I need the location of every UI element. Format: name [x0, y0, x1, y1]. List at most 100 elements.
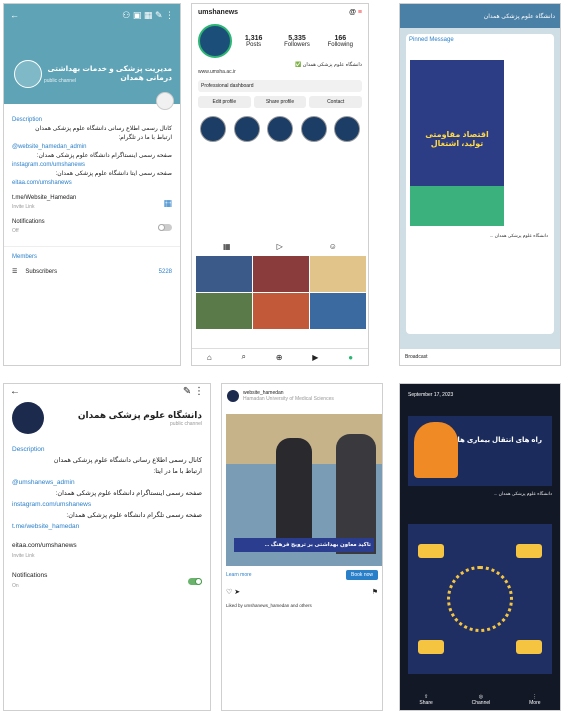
- share-icon[interactable]: ➤: [234, 589, 240, 596]
- post-thumb[interactable]: [253, 293, 309, 329]
- share-profile-button[interactable]: Share profile: [253, 96, 307, 108]
- contact-text: ارتباط با ما در ایتا:: [153, 468, 202, 475]
- channel-avatar[interactable]: [12, 402, 44, 434]
- grid-icon[interactable]: ▦: [144, 10, 153, 20]
- highlight-2[interactable]: [233, 116, 260, 142]
- description-label: Description: [12, 446, 45, 453]
- broadcast-input[interactable]: Broadcast: [400, 349, 560, 365]
- learn-more-link[interactable]: Learn more: [226, 572, 252, 578]
- reels-tab-icon[interactable]: ▷: [277, 242, 283, 251]
- description-text: کانال رسمی اطلاع رسانی دانشگاه علوم پزشک…: [53, 457, 202, 464]
- post-date: September 17, 2023: [408, 392, 454, 398]
- profile-username[interactable]: umshanews: [198, 9, 238, 16]
- posts-stat[interactable]: 1,316 Posts: [232, 35, 275, 48]
- telegram-link[interactable]: t.me/website_hamedan: [12, 521, 202, 532]
- members-label: Members: [12, 254, 38, 260]
- highlight-5[interactable]: [334, 116, 360, 142]
- back-arrow-icon[interactable]: ←: [10, 386, 20, 397]
- profile-avatar[interactable]: [198, 24, 232, 58]
- followers-stat[interactable]: 5,335 Followers: [275, 35, 318, 48]
- professional-dashboard[interactable]: Professional dashboard: [198, 80, 362, 92]
- profile-link[interactable]: www.umsha.ac.ir: [192, 69, 368, 76]
- following-stat[interactable]: 166 Following: [319, 35, 362, 48]
- infographic-box: [418, 640, 444, 654]
- edit-icon[interactable]: ✎: [183, 386, 191, 397]
- reels-icon[interactable]: ▶: [312, 353, 318, 362]
- account-sub: Hamadan University of Medical Sciences: [243, 396, 334, 402]
- edit-icon[interactable]: ✎: [155, 10, 163, 20]
- message-text: دانشگاه علوم پزشکی همدان ...: [489, 233, 548, 238]
- story-highlights: [200, 116, 360, 142]
- description-text: کانال رسمی اطلاع رسانی دانشگاه علوم پزشک…: [35, 126, 172, 132]
- invite-link[interactable]: eitaa.com/umshanews: [12, 540, 77, 551]
- highlight-3[interactable]: [267, 116, 293, 142]
- infographic-box: [418, 544, 444, 558]
- description-label: Description: [12, 117, 43, 123]
- back-arrow-icon[interactable]: ←: [10, 10, 19, 22]
- pinned-message[interactable]: Pinned Message: [406, 34, 554, 46]
- edit-profile-button[interactable]: Edit profile: [198, 96, 251, 108]
- hero-text: راه های انتقال بیماری ها: [457, 437, 542, 444]
- chat-title[interactable]: دانشگاه علوم پزشکی همدان: [484, 13, 555, 20]
- qr-code-icon[interactable]: ▦: [163, 198, 172, 208]
- add-post-icon[interactable]: ⊕: [276, 353, 283, 362]
- tagged-tab-icon[interactable]: ☺: [329, 242, 337, 251]
- header-actions: ⚇ ▣ ▦ ✎ ⋮: [122, 10, 174, 22]
- subscribers-label[interactable]: Subscribers: [25, 268, 158, 277]
- add-user-icon[interactable]: ⚇: [122, 10, 130, 20]
- infographic[interactable]: [408, 524, 552, 674]
- image-caption: تاکید معاون بهداشتی بر ترویج فرهنگ ...: [234, 538, 374, 552]
- camera-icon[interactable]: [156, 92, 174, 110]
- share-control[interactable]: ⇪ Share: [419, 694, 432, 706]
- post-thumb[interactable]: [196, 293, 252, 329]
- more-icon[interactable]: ⋮: [165, 10, 174, 20]
- highlight-1[interactable]: [200, 116, 226, 142]
- post-thumb[interactable]: [253, 256, 309, 292]
- post-thumb[interactable]: [310, 256, 366, 292]
- gift-icon[interactable]: ▣: [133, 10, 142, 20]
- contact-link[interactable]: @website_hamedan_admin: [12, 143, 172, 152]
- channel-header: ← ⚇ ▣ ▦ ✎ ⋮ مدیریت پزشکی و خدمات بهداشتی…: [4, 4, 180, 104]
- telegram-chat-panel: دانشگاه علوم پزشکی همدان Pinned Message …: [399, 3, 561, 366]
- grid-tab-icon[interactable]: ▦: [223, 242, 231, 251]
- threads-icon[interactable]: @: [349, 9, 356, 16]
- save-icon[interactable]: ⚑: [372, 588, 378, 596]
- search-icon[interactable]: ⌕: [242, 352, 246, 362]
- subscribers-icon: ☰: [12, 269, 18, 275]
- eitaa-link[interactable]: eitaa.com/umshanews: [12, 179, 172, 188]
- infographic-circle: [447, 566, 513, 632]
- profile-icon[interactable]: ●: [348, 353, 353, 362]
- post-grid: [196, 256, 366, 329]
- more-control[interactable]: ⋮ More: [529, 694, 540, 706]
- contact-link[interactable]: @umshanews_admin: [12, 477, 202, 488]
- more-icon[interactable]: ⋮: [194, 386, 204, 397]
- menu-icon[interactable]: ≡: [358, 9, 362, 16]
- book-now-button[interactable]: Book now: [346, 570, 378, 580]
- channel-subtitle: public channel: [44, 78, 76, 84]
- post-thumb[interactable]: [310, 293, 366, 329]
- instagram-text: صفحه رسمی اینستاگرام دانشگاه علوم پزشکی …: [55, 490, 202, 497]
- notifications-toggle[interactable]: [158, 223, 172, 231]
- instagram-post-panel: website_hamedan Hamadan University of Me…: [221, 383, 383, 711]
- highlight-4[interactable]: [300, 116, 327, 142]
- notifications-state: On: [12, 583, 19, 589]
- post-image[interactable]: تاکید معاون بهداشتی بر ترویج فرهنگ ...: [226, 414, 382, 566]
- post-hero-image[interactable]: راه های انتقال بیماری ها: [408, 416, 552, 486]
- account-avatar[interactable]: [227, 390, 239, 402]
- channel-avatar[interactable]: [14, 60, 42, 88]
- subscribers-count: 5228: [158, 269, 172, 275]
- post-thumb[interactable]: [196, 256, 252, 292]
- contact-button[interactable]: Contact: [309, 96, 363, 108]
- like-icon[interactable]: ♡: [226, 589, 232, 596]
- notifications-toggle[interactable]: [188, 577, 202, 585]
- dark-post-panel: September 17, 2023 راه های انتقال بیماری…: [399, 383, 561, 711]
- instagram-link[interactable]: instagram.com/umshanews: [12, 499, 202, 510]
- instagram-link[interactable]: instagram.com/umshanews: [12, 161, 172, 170]
- instagram-text: صفحه رسمی اینستاگرام دانشگاه علوم پزشکی …: [36, 153, 172, 159]
- channel-control[interactable]: ◎ Channel: [472, 694, 491, 706]
- image-person: [276, 438, 312, 548]
- telegram-channel-info-panel: ← ⚇ ▣ ▦ ✎ ⋮ مدیریت پزشکی و خدمات بهداشتی…: [3, 3, 181, 366]
- invite-link[interactable]: t.me/Website_Hamedan: [12, 194, 76, 203]
- message-poster-image[interactable]: اقتصاد مقاومتی تولید، اشتغال: [410, 60, 504, 226]
- home-icon[interactable]: ⌂: [207, 353, 212, 362]
